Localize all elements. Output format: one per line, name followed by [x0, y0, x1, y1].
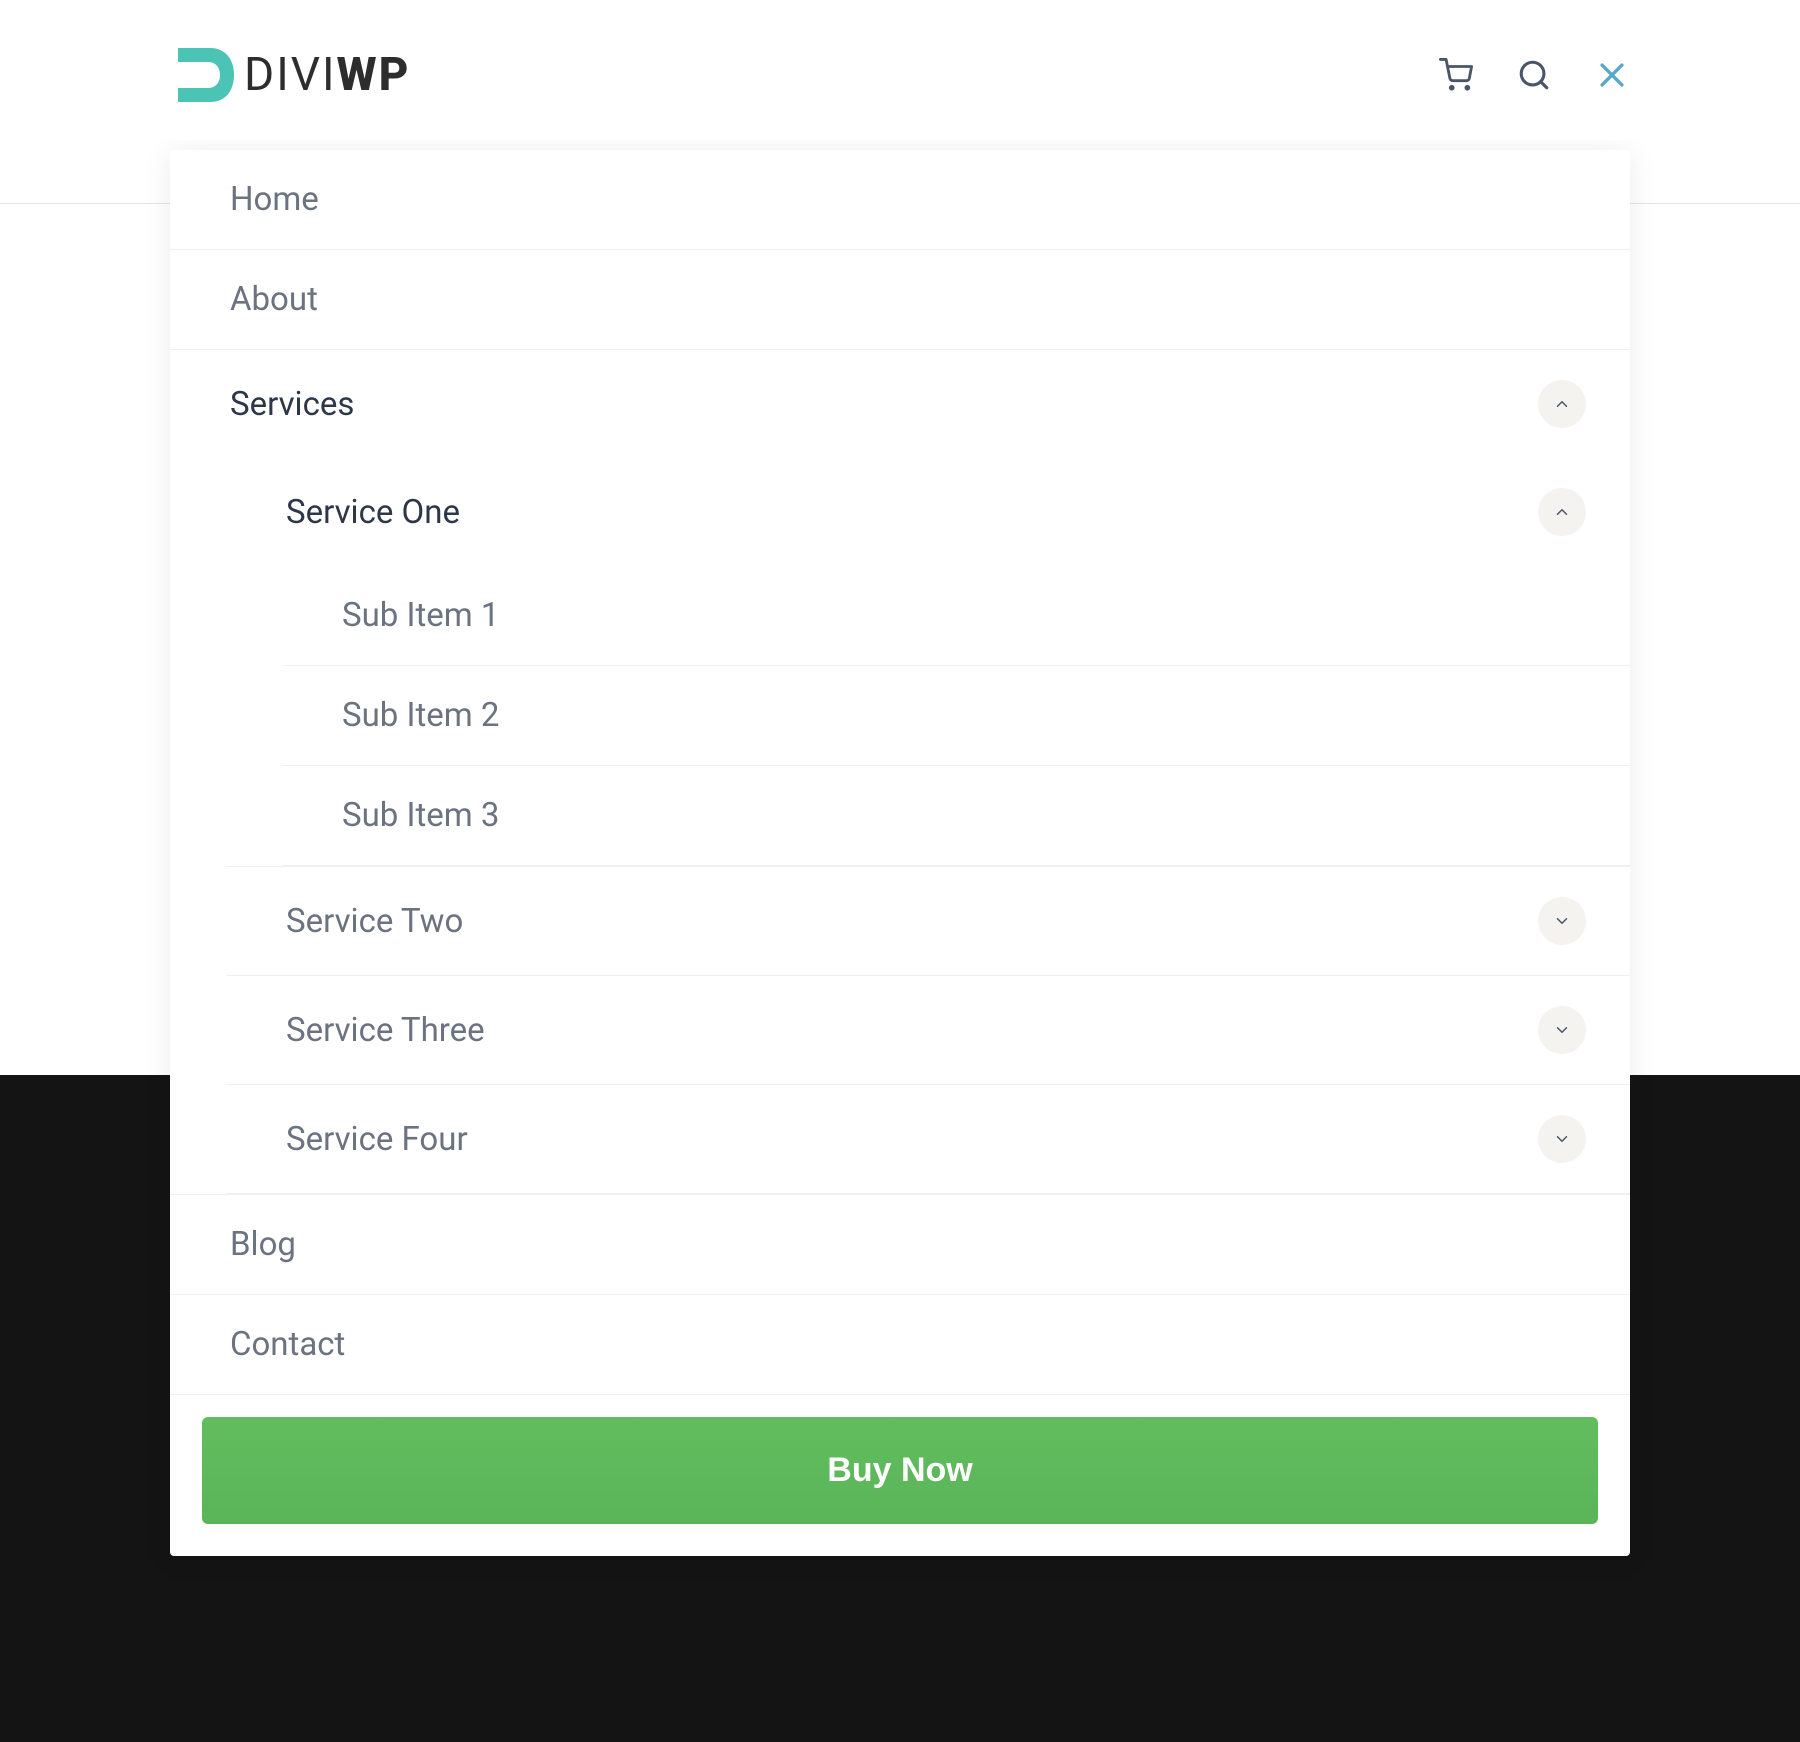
- menu-label: Blog: [230, 1225, 296, 1264]
- menu-item-services[interactable]: Services Service One: [170, 350, 1630, 1195]
- cta-label: Buy Now: [827, 1451, 972, 1489]
- header-actions: [1438, 57, 1630, 93]
- menu-label: Services: [230, 385, 354, 424]
- site-header: DIVIWP: [0, 0, 1800, 140]
- close-icon[interactable]: [1594, 57, 1630, 93]
- submenu-item-service-three[interactable]: Service Three: [226, 976, 1630, 1085]
- chevron-down-icon[interactable]: [1538, 1115, 1586, 1163]
- menu-item-home[interactable]: Home: [170, 150, 1630, 250]
- menu-label: Service Three: [286, 1011, 485, 1050]
- cta-wrap: Buy Now: [170, 1395, 1630, 1546]
- menu-label: Contact: [230, 1325, 345, 1364]
- logo-mark-icon: [170, 40, 240, 110]
- chevron-up-icon[interactable]: [1538, 380, 1586, 428]
- buy-now-button[interactable]: Buy Now: [202, 1417, 1598, 1524]
- menu-label: Sub Item 3: [342, 796, 499, 835]
- search-icon[interactable]: [1516, 57, 1552, 93]
- menu-label: Service Two: [286, 902, 463, 941]
- menu-label: Sub Item 2: [342, 696, 499, 735]
- chevron-up-icon[interactable]: [1538, 488, 1586, 536]
- subsub-item-2[interactable]: Sub Item 2: [282, 666, 1630, 766]
- submenu-item-service-two[interactable]: Service Two: [226, 867, 1630, 976]
- menu-label: Sub Item 1: [342, 596, 499, 635]
- menu-label: Service One: [286, 493, 460, 532]
- site-logo[interactable]: DIVIWP: [170, 40, 410, 110]
- mobile-menu-panel: Home About Services Service One: [170, 150, 1630, 1556]
- menu-label: About: [230, 280, 318, 319]
- menu-label: Service Four: [286, 1120, 468, 1159]
- logo-text: DIVIWP: [244, 48, 410, 102]
- submenu-item-service-four[interactable]: Service Four: [226, 1085, 1630, 1194]
- subsub-item-3[interactable]: Sub Item 3: [282, 766, 1630, 866]
- menu-item-contact[interactable]: Contact: [170, 1295, 1630, 1395]
- chevron-down-icon[interactable]: [1538, 897, 1586, 945]
- menu-label: Home: [230, 180, 319, 219]
- cart-icon[interactable]: [1438, 57, 1474, 93]
- chevron-down-icon[interactable]: [1538, 1006, 1586, 1054]
- subsub-item-1[interactable]: Sub Item 1: [282, 566, 1630, 666]
- submenu-item-service-one[interactable]: Service One Sub Item 1 Sub Item 2: [226, 458, 1630, 867]
- menu-item-about[interactable]: About: [170, 250, 1630, 350]
- menu-item-blog[interactable]: Blog: [170, 1195, 1630, 1295]
